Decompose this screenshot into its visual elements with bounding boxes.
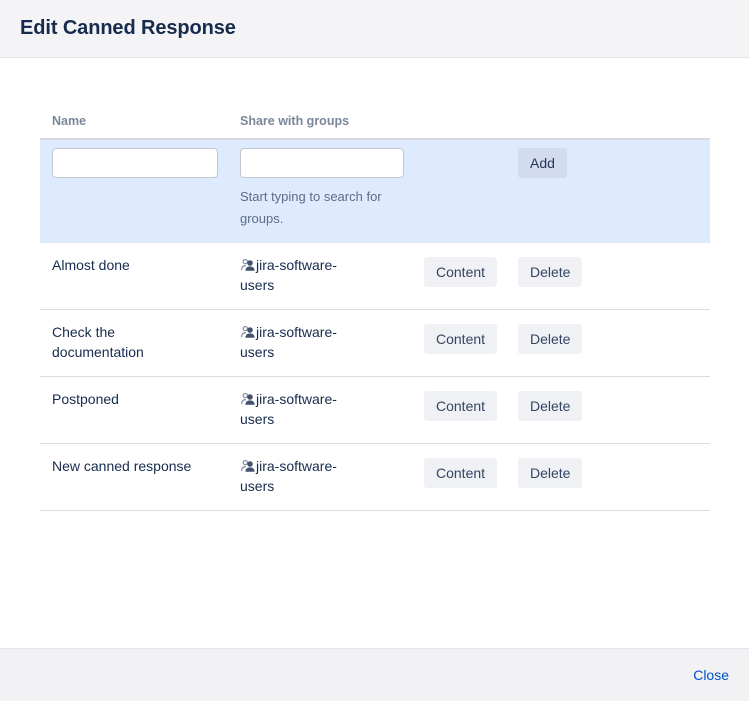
response-name: Almost done — [52, 255, 194, 275]
dialog-header: Edit Canned Response — [0, 0, 749, 58]
delete-cell: Delete — [506, 389, 710, 429]
group-icon — [240, 324, 256, 340]
content-button[interactable]: Content — [424, 257, 497, 287]
delete-cell: Delete — [506, 456, 710, 496]
share-group-cell: jira-software-users — [228, 255, 412, 295]
share-group-cell: jira-software-users — [228, 322, 412, 362]
column-header-groups: Share with groups — [228, 106, 412, 138]
new-name-cell — [40, 148, 228, 230]
table-row: Postponed jira-software-users Content De… — [40, 377, 710, 444]
column-header-spacer-2 — [506, 106, 710, 138]
groups-help-text: Start typing to search for groups. — [240, 186, 412, 230]
new-add-cell: Add — [506, 148, 710, 230]
new-groups-cell: Start typing to search for groups. — [228, 148, 412, 230]
response-name: Postponed — [52, 389, 194, 409]
group-icon — [240, 458, 256, 474]
new-response-row: Start typing to search for groups. Add — [40, 138, 710, 243]
column-header-name: Name — [40, 106, 228, 138]
column-header-spacer-1 — [412, 106, 506, 138]
delete-button[interactable]: Delete — [518, 391, 582, 421]
content-cell: Content — [412, 255, 506, 295]
share-group-cell: jira-software-users — [228, 389, 412, 429]
response-name: Check the documentation — [52, 322, 194, 362]
add-button[interactable]: Add — [518, 148, 567, 178]
response-name-cell: Check the documentation — [40, 322, 228, 362]
response-name: New canned response — [52, 456, 194, 476]
groups-input[interactable] — [240, 148, 404, 178]
edit-canned-response-dialog: Edit Canned Response Name Share with gro… — [0, 0, 749, 701]
content-button[interactable]: Content — [424, 458, 497, 488]
content-cell: Content — [412, 389, 506, 429]
delete-cell: Delete — [506, 255, 710, 295]
close-link[interactable]: Close — [693, 667, 729, 683]
content-button[interactable]: Content — [424, 391, 497, 421]
table-row: New canned response jira-software-users … — [40, 444, 710, 511]
share-group-cell: jira-software-users — [228, 456, 412, 496]
delete-cell: Delete — [506, 322, 710, 362]
response-name-cell: Postponed — [40, 389, 228, 429]
response-name-cell: Almost done — [40, 255, 228, 295]
canned-responses-table: Name Share with groups Start typing to s… — [40, 106, 710, 511]
table-row: Check the documentation jira-software-us… — [40, 310, 710, 377]
delete-button[interactable]: Delete — [518, 458, 582, 488]
dialog-body: Name Share with groups Start typing to s… — [0, 58, 749, 648]
group-icon — [240, 391, 256, 407]
table-row: Almost done jira-software-users Content … — [40, 243, 710, 310]
group-icon — [240, 257, 256, 273]
delete-button[interactable]: Delete — [518, 257, 582, 287]
table-header-row: Name Share with groups — [40, 106, 710, 138]
dialog-footer: Close — [0, 648, 749, 701]
response-name-cell: New canned response — [40, 456, 228, 496]
delete-button[interactable]: Delete — [518, 324, 582, 354]
new-row-spacer — [412, 148, 506, 230]
content-cell: Content — [412, 322, 506, 362]
name-input[interactable] — [52, 148, 218, 178]
content-cell: Content — [412, 456, 506, 496]
content-button[interactable]: Content — [424, 324, 497, 354]
dialog-title: Edit Canned Response — [20, 17, 236, 40]
